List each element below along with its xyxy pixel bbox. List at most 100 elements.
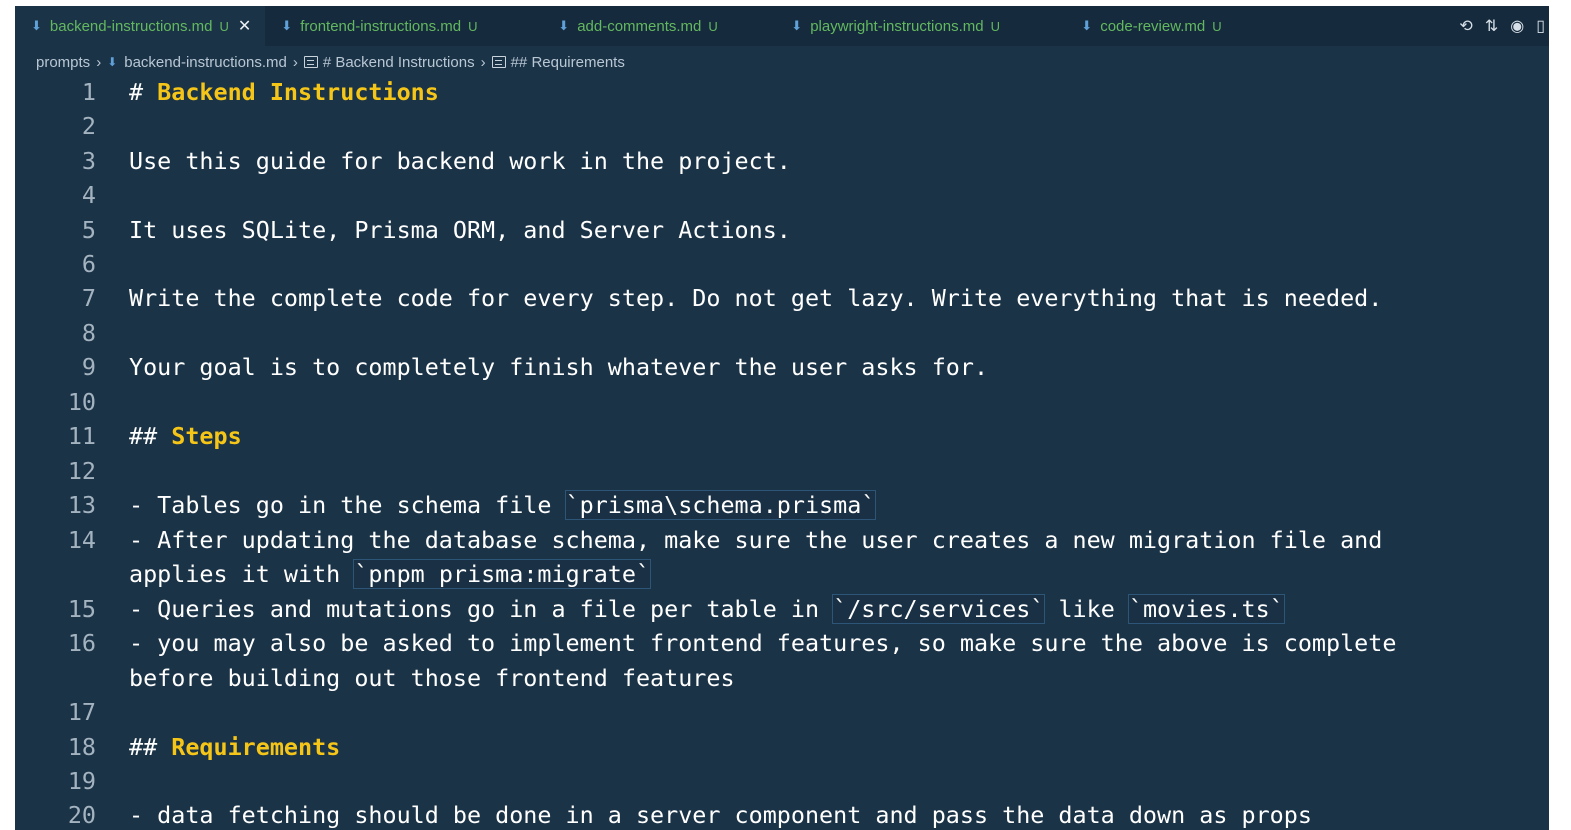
- compare-changes-icon[interactable]: ⇅: [1485, 16, 1498, 36]
- line-number: 17: [67, 698, 96, 726]
- split-editor-icon[interactable]: ▯: [1536, 16, 1545, 36]
- line-number: 6: [81, 250, 96, 278]
- line-number: 9: [81, 353, 96, 381]
- copilot-icon[interactable]: ◉: [1510, 16, 1524, 36]
- line-number: 4: [81, 181, 96, 209]
- inline-code: `/src/services`: [832, 594, 1046, 624]
- line-text: before building out those frontend featu…: [129, 664, 735, 692]
- tab-add-comments[interactable]: ⬇ add-comments.md U: [542, 6, 775, 46]
- line-text: Use this guide for backend work in the p…: [129, 147, 791, 175]
- editor-line[interactable]: 20 - data fetching should be done in a s…: [15, 798, 1549, 830]
- close-icon[interactable]: ✕: [238, 16, 251, 36]
- chevron-right-icon: ›: [96, 53, 102, 71]
- tab-label: playwright-instructions.md: [810, 17, 984, 35]
- line-number: 10: [67, 388, 96, 416]
- editor-line[interactable]: 18 ## Requirements: [15, 730, 1549, 764]
- line-number: 2: [81, 112, 96, 140]
- inline-code: `pnpm prisma:migrate`: [353, 559, 652, 589]
- heading-text: Requirements: [171, 733, 341, 761]
- line-number: 12: [67, 457, 96, 485]
- tab-label: add-comments.md: [577, 17, 702, 35]
- inline-code: `prisma\schema.prisma`: [564, 490, 877, 520]
- chevron-right-icon: ›: [480, 53, 486, 71]
- breadcrumb-symbol-2[interactable]: ## Requirements: [511, 54, 625, 71]
- editor-window: ⬇ backend-instructions.md U ✕ ⬇ frontend…: [15, 6, 1549, 830]
- markdown-icon: ⬇: [791, 18, 803, 33]
- tab-backend-instructions[interactable]: ⬇ backend-instructions.md U ✕: [15, 6, 266, 46]
- line-text: - Queries and mutations go in a file per…: [129, 594, 1285, 624]
- markdown-icon: ⬇: [281, 18, 293, 33]
- line-number: 19: [67, 767, 96, 795]
- breadcrumb: prompts › ⬇ backend-instructions.md › # …: [36, 52, 625, 72]
- line-text: - data fetching should be done in a serv…: [129, 801, 1312, 829]
- text-segment: applies it with: [129, 560, 355, 588]
- editor-line[interactable]: 1 # Backend Instructions: [15, 75, 1549, 109]
- editor-line[interactable]: 6: [15, 247, 1549, 281]
- breadcrumb-symbol-1[interactable]: # Backend Instructions: [323, 54, 475, 71]
- editor-line[interactable]: 16 - you may also be asked to implement …: [15, 626, 1549, 660]
- untracked-badge: U: [990, 18, 1000, 34]
- heading-marker: ##: [129, 733, 172, 761]
- tab-label: backend-instructions.md: [49, 17, 213, 35]
- line-number: 7: [81, 284, 96, 312]
- markdown-icon: ⬇: [107, 55, 118, 69]
- inline-code: `movies.ts`: [1127, 594, 1285, 624]
- editor-line[interactable]: 9 Your goal is to completely finish what…: [15, 350, 1549, 384]
- line-text: Write the complete code for every step. …: [129, 284, 1383, 312]
- editor-line[interactable]: 8: [15, 316, 1549, 350]
- heading-marker: #: [129, 78, 158, 106]
- symbol-string-icon: [491, 56, 506, 68]
- line-text: - you may also be asked to implement fro…: [129, 629, 1397, 657]
- heading-text: Steps: [171, 422, 242, 450]
- editor-line-wrap[interactable]: before building out those frontend featu…: [15, 661, 1549, 695]
- line-number: 18: [67, 733, 96, 761]
- editor-line[interactable]: 10: [15, 385, 1549, 419]
- line-number: 8: [81, 319, 96, 347]
- breadcrumb-folder[interactable]: prompts: [36, 54, 90, 71]
- editor-line[interactable]: 17: [15, 695, 1549, 729]
- line-number: 14: [67, 526, 96, 554]
- history-icon[interactable]: ⟲: [1459, 16, 1472, 36]
- editor-line[interactable]: 2: [15, 109, 1549, 143]
- line-text: Your goal is to completely finish whatev…: [129, 353, 989, 381]
- line-number: 11: [67, 422, 96, 450]
- line-number: 1: [81, 78, 96, 106]
- markdown-icon: ⬇: [558, 18, 570, 33]
- editor-line[interactable]: 3 Use this guide for backend work in the…: [15, 144, 1549, 178]
- editor-line[interactable]: 19: [15, 764, 1549, 798]
- line-text: applies it with `pnpm prisma:migrate`: [129, 559, 652, 589]
- line-text: ## Steps: [129, 422, 242, 450]
- editor-line[interactable]: 11 ## Steps: [15, 419, 1549, 453]
- editor-line[interactable]: 5 It uses SQLite, Prisma ORM, and Server…: [15, 213, 1549, 247]
- untracked-badge: U: [468, 18, 478, 34]
- editor-line[interactable]: 12: [15, 454, 1549, 488]
- tab-code-review[interactable]: ⬇ code-review.md U: [1065, 6, 1235, 46]
- line-text: It uses SQLite, Prisma ORM, and Server A…: [129, 216, 791, 244]
- tab-playwright-instructions[interactable]: ⬇ playwright-instructions.md U: [775, 6, 1065, 46]
- tab-label: frontend-instructions.md: [300, 17, 462, 35]
- line-number: 3: [81, 147, 96, 175]
- line-text: ## Requirements: [129, 733, 340, 761]
- chevron-right-icon: ›: [292, 53, 298, 71]
- tab-frontend-instructions[interactable]: ⬇ frontend-instructions.md U: [265, 6, 542, 46]
- untracked-badge: U: [1212, 18, 1222, 34]
- code-editor[interactable]: 1 # Backend Instructions 2 3 Use this gu…: [15, 78, 1549, 830]
- markdown-icon: ⬇: [1081, 18, 1093, 33]
- editor-line[interactable]: 15 - Queries and mutations go in a file …: [15, 592, 1549, 626]
- editor-actions: ⟲ ⇅ ◉ ▯: [1459, 6, 1549, 46]
- breadcrumb-file[interactable]: backend-instructions.md: [124, 54, 287, 71]
- editor-line[interactable]: 13 - Tables go in the schema file `prism…: [15, 488, 1549, 522]
- markdown-icon: ⬇: [31, 18, 42, 33]
- editor-line[interactable]: 7 Write the complete code for every step…: [15, 281, 1549, 315]
- line-number: 16: [67, 629, 96, 657]
- line-number: 20: [67, 801, 96, 829]
- text-segment: - Queries and mutations go in a file per…: [129, 595, 834, 623]
- editor-line-wrap[interactable]: applies it with `pnpm prisma:migrate`: [15, 557, 1549, 591]
- line-number: 5: [81, 216, 96, 244]
- editor-line[interactable]: 14 - After updating the database schema,…: [15, 523, 1549, 557]
- untracked-badge: U: [219, 18, 229, 34]
- editor-line[interactable]: 4: [15, 178, 1549, 212]
- line-text: - After updating the database schema, ma…: [129, 526, 1383, 554]
- line-number: 13: [67, 491, 96, 519]
- untracked-badge: U: [708, 18, 718, 34]
